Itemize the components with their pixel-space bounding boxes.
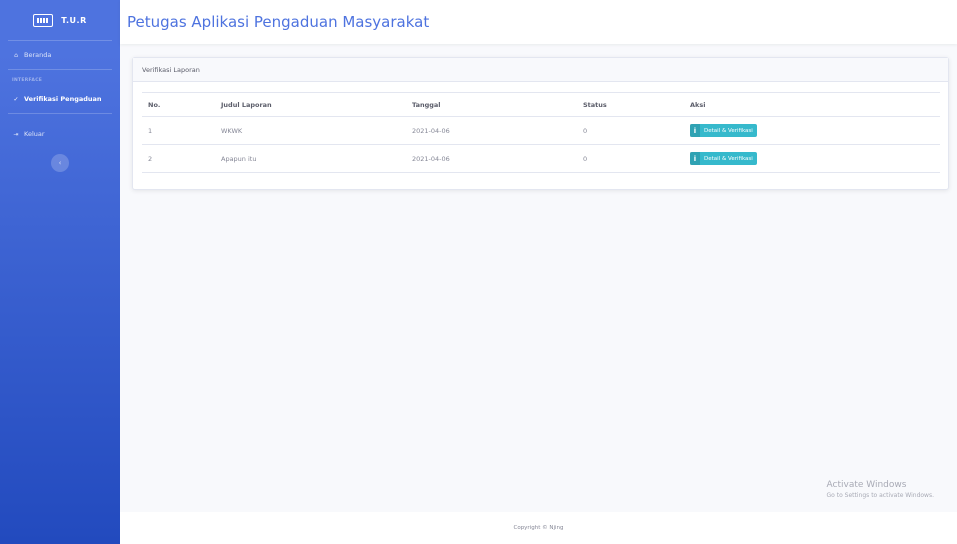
sidebar-toggle-button[interactable]: ‹ <box>51 154 69 172</box>
home-icon: ⌂ <box>14 51 18 59</box>
cell-no: 2 <box>142 144 215 173</box>
column-header-aksi: Aksi <box>684 92 940 117</box>
cell-no: 1 <box>142 116 215 145</box>
brand-name: T.U.R <box>61 15 87 25</box>
topbar: Petugas Aplikasi Pengaduan Masyarakat <box>120 0 957 44</box>
column-header-no: No. <box>142 92 215 117</box>
sidebar-divider <box>8 113 112 114</box>
button-label: Detail & Verifikasi <box>704 127 753 134</box>
watermark-subtitle: Go to Settings to activate Windows. <box>826 492 934 499</box>
column-header-tanggal: Tanggal <box>406 92 577 117</box>
cell-judul: WKWK <box>215 116 406 145</box>
copyright-text: Copyright © Njing <box>513 525 564 531</box>
footer: Copyright © Njing <box>120 512 957 544</box>
info-icon: i <box>690 124 700 137</box>
card-title: Verifikasi Laporan <box>133 58 948 82</box>
check-icon: ✓ <box>13 95 19 103</box>
watermark-title: Activate Windows <box>826 480 907 490</box>
keyboard-icon <box>33 13 54 27</box>
sidebar-item-keluar[interactable]: ⇥ Keluar <box>0 120 120 148</box>
chevron-left-icon: ‹ <box>58 159 62 167</box>
sidebar-item-label: Keluar <box>24 130 45 138</box>
button-label: Detail & Verifikasi <box>704 155 753 162</box>
column-header-status: Status <box>577 92 684 117</box>
logout-icon: ⇥ <box>13 130 19 138</box>
cell-status: 0 <box>577 116 684 145</box>
sidebar-item-label: Beranda <box>24 51 52 59</box>
table-header-row: No. Judul Laporan Tanggal Status Aksi <box>142 92 940 117</box>
sidebar: T.U.R ⌂ Beranda INTERFACE ✓ Verifikasi P… <box>0 0 120 544</box>
cell-aksi: i Detail & Verifikasi <box>684 116 940 145</box>
cell-aksi: i Detail & Verifikasi <box>684 144 940 173</box>
sidebar-item-label: Verifikasi Pengaduan <box>24 95 102 103</box>
main-content: Petugas Aplikasi Pengaduan Masyarakat Ve… <box>120 0 957 544</box>
info-icon: i <box>690 152 700 165</box>
brand[interactable]: T.U.R <box>0 0 120 40</box>
page-title: Petugas Aplikasi Pengaduan Masyarakat <box>127 13 430 31</box>
table-row: 1 WKWK 2021-04-06 0 i Detail & Verifikas… <box>142 116 940 145</box>
detail-verify-button[interactable]: i Detail & Verifikasi <box>690 152 757 165</box>
sidebar-item-verifikasi-pengaduan[interactable]: ✓ Verifikasi Pengaduan <box>0 85 120 113</box>
cell-judul: Apapun itu <box>215 144 406 173</box>
sidebar-item-beranda[interactable]: ⌂ Beranda <box>0 41 120 69</box>
card-body: No. Judul Laporan Tanggal Status Aksi 1 … <box>133 82 948 183</box>
detail-verify-button[interactable]: i Detail & Verifikasi <box>690 124 757 137</box>
report-table: No. Judul Laporan Tanggal Status Aksi 1 … <box>142 92 940 173</box>
cell-status: 0 <box>577 144 684 173</box>
table-row: 2 Apapun itu 2021-04-06 0 i Detail & Ver… <box>142 144 940 173</box>
column-header-judul: Judul Laporan <box>215 92 406 117</box>
sidebar-heading: INTERFACE <box>12 78 43 83</box>
cell-tanggal: 2021-04-06 <box>406 144 577 173</box>
cell-tanggal: 2021-04-06 <box>406 116 577 145</box>
verification-card: Verifikasi Laporan No. Judul Laporan Tan… <box>132 57 949 190</box>
windows-activation-watermark: Activate Windows Go to Settings to activ… <box>827 480 934 499</box>
